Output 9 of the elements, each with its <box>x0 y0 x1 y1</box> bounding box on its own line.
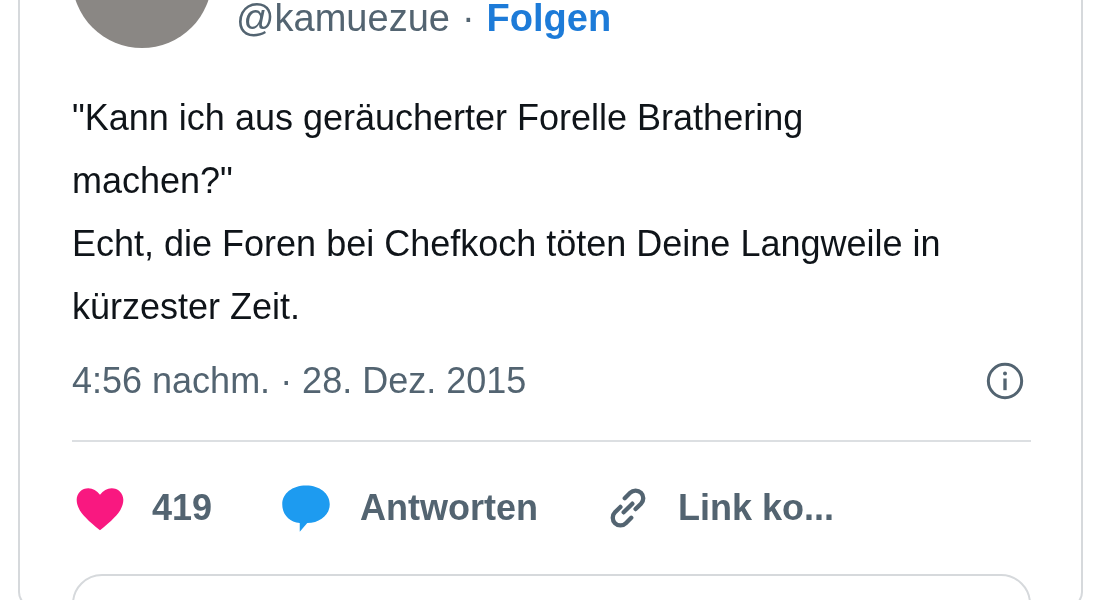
action-button[interactable]: 419 <box>72 480 213 536</box>
info-icon[interactable] <box>985 361 1025 401</box>
separator-dot: · <box>461 0 475 40</box>
timestamp[interactable]: 4:56 nachm. · 28. Dez. 2015 <box>72 360 527 402</box>
follow-link[interactable]: Folgen <box>486 0 612 40</box>
tweet-text: "Kann ich aus geräucherter Forelle Brathering machen?" Echt, die Foren bei Chefkoch töten Deine Langweile in kürzester Zeit. <box>72 96 942 329</box>
action-button[interactable]: Link ko... <box>602 482 835 534</box>
action-button[interactable]: Antworten <box>276 478 539 538</box>
user-handle[interactable]: @kamuezue <box>236 0 450 40</box>
